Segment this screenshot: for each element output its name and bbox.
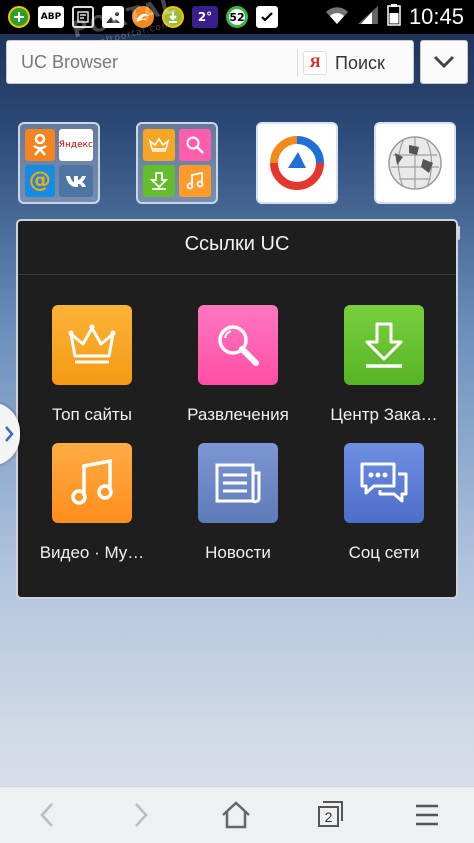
battery-icon xyxy=(387,4,401,30)
popup-title: Ссылки UC xyxy=(184,233,290,255)
popup-item-label: Видео · Му… xyxy=(39,543,145,562)
crown-icon xyxy=(143,129,175,161)
yandex-text: Яндекс xyxy=(58,139,93,150)
home-button[interactable] xyxy=(189,787,283,843)
shortcut-wikipedia[interactable] xyxy=(374,122,456,204)
menu-button[interactable] xyxy=(380,787,474,843)
popup-item-label: Центр Зака… xyxy=(330,405,438,424)
download-icon xyxy=(344,305,424,385)
music-icon xyxy=(179,165,211,197)
circular-arrows-logo-icon xyxy=(270,136,324,190)
address-bar[interactable]: UC Browser Я Поиск xyxy=(6,40,414,84)
odnoklassniki-icon xyxy=(25,129,55,161)
chat-bubbles-icon xyxy=(344,443,424,523)
clock: 10:45 xyxy=(408,4,464,29)
menu-icon xyxy=(416,804,438,826)
chevron-right-icon xyxy=(5,426,14,442)
screen: ABP 2° 52 10:45 UC Browser Я Поиск PORTA… xyxy=(0,0,474,843)
newspaper-icon xyxy=(198,443,278,523)
search-button[interactable]: Я Поиск xyxy=(303,47,385,79)
address-bar-text: UC Browser xyxy=(21,52,119,72)
forward-icon xyxy=(135,803,148,827)
popup-item-label: Развлечения xyxy=(187,405,289,424)
popup-item-news[interactable]: Новости xyxy=(164,443,312,573)
adblock-icon: ABP xyxy=(38,6,64,28)
yandex-icon: Яндекс xyxy=(58,129,93,161)
tabs-count: 2 xyxy=(318,806,339,827)
popup-item-video-music[interactable]: Видео · Му… xyxy=(18,443,166,573)
magnifier-icon xyxy=(179,129,211,161)
popup-item-top-sites[interactable]: Топ сайты xyxy=(18,305,166,435)
popup-item-social[interactable]: Соц сети xyxy=(310,443,458,573)
status-bar: ABP 2° 52 10:45 xyxy=(0,0,474,34)
popup-item-label: Топ сайты xyxy=(52,405,132,424)
tabs-icon: 2 xyxy=(318,801,344,827)
green-plus-icon xyxy=(8,6,30,28)
mail-ru-icon: @ xyxy=(25,164,55,197)
home-icon xyxy=(222,801,250,829)
download-icon xyxy=(143,165,175,197)
screenshot-icon xyxy=(72,6,94,28)
dropdown-button[interactable] xyxy=(420,40,468,84)
crown-icon xyxy=(52,305,132,385)
popup-item-entertainment[interactable]: Развлечения xyxy=(164,305,312,435)
signal-icon xyxy=(357,5,379,29)
chevron-down-icon xyxy=(433,55,455,69)
popup-item-label: Новости xyxy=(205,543,271,562)
download-manager-icon xyxy=(162,6,184,28)
divider xyxy=(297,49,298,77)
mail-ru-text: @ xyxy=(28,168,51,194)
forward-button[interactable] xyxy=(94,787,188,843)
bottom-toolbar: 2 xyxy=(0,786,474,843)
temperature-icon: 2° xyxy=(192,6,218,28)
gallery-icon xyxy=(102,6,124,28)
wifi-icon xyxy=(325,5,349,29)
vk-icon xyxy=(58,164,93,197)
wikipedia-globe-icon xyxy=(388,136,442,190)
folder-social[interactable]: Яндекс @ xyxy=(18,122,100,204)
uc-links-popup: Ссылки UC Топ сайты Развлечения Центр За… xyxy=(16,219,458,599)
popup-item-label: Соц сети xyxy=(348,543,420,562)
back-icon xyxy=(40,803,53,827)
magnifier-icon xyxy=(198,305,278,385)
popup-divider xyxy=(18,274,456,275)
battery-percent-icon: 52 xyxy=(226,6,248,28)
folder-uc-links[interactable] xyxy=(136,122,218,204)
shortcut-circle-logo[interactable] xyxy=(256,122,338,204)
yandex-logo-icon: Я xyxy=(303,51,327,75)
uc-browser-icon xyxy=(132,6,154,28)
popup-item-download-center[interactable]: Центр Зака… xyxy=(310,305,458,435)
tabs-button[interactable]: 2 xyxy=(284,787,378,843)
music-note-icon xyxy=(52,443,132,523)
back-button[interactable] xyxy=(0,787,94,843)
clipboard-check-icon xyxy=(256,6,278,28)
search-label: Поиск xyxy=(335,52,385,73)
